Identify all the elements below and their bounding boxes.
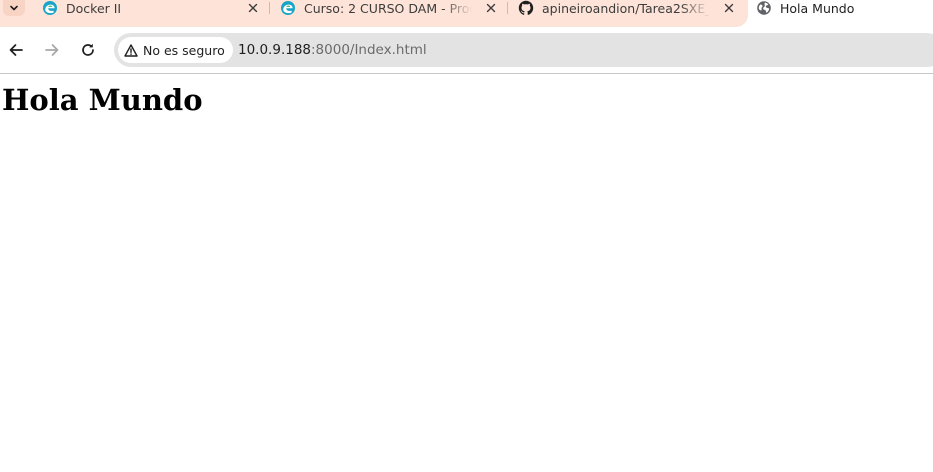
security-indicator[interactable]: No es seguro — [118, 37, 233, 63]
address-bar[interactable]: No es seguro 10.0.9.188:8000/Index.html — [114, 33, 933, 67]
close-icon[interactable] — [722, 1, 736, 15]
close-icon[interactable] — [484, 1, 498, 15]
arrow-left-icon — [9, 44, 23, 56]
chevron-down-icon — [10, 5, 18, 11]
active-tab-corner — [736, 15, 748, 27]
edge-icon — [42, 0, 58, 16]
tab-title: Curso: 2 CURSO DAM - Programación — [304, 0, 472, 16]
browser-toolbar: No es seguro 10.0.9.188:8000/Index.html — [0, 27, 933, 74]
tab-title: apineiroandion/Tarea2SXE_ — [542, 0, 710, 16]
close-icon[interactable] — [246, 1, 260, 15]
url-path: :8000/Index.html — [311, 42, 427, 58]
tab-curso-dam[interactable]: Curso: 2 CURSO DAM - Programación — [268, 0, 506, 16]
arrow-right-icon — [45, 44, 59, 56]
tab-title: Hola Mundo — [780, 0, 855, 16]
reload-button[interactable] — [76, 38, 100, 62]
tab-github-repo[interactable]: apineiroandion/Tarea2SXE_ — [506, 0, 744, 16]
security-label: No es seguro — [143, 42, 225, 58]
edge-icon — [280, 0, 296, 16]
tab-hola-mundo[interactable]: Hola Mundo — [744, 0, 933, 16]
github-icon — [518, 0, 534, 16]
warning-icon — [124, 43, 138, 57]
tab-search-button[interactable] — [0, 0, 28, 16]
page-heading: Hola Mundo — [2, 83, 203, 117]
tab-title: Docker II — [66, 0, 122, 16]
back-button[interactable] — [4, 38, 28, 62]
tab-docker-ii[interactable]: Docker II — [30, 0, 268, 16]
url-text[interactable]: 10.0.9.188:8000/Index.html — [238, 33, 427, 67]
tab-strip: Docker II Curso: 2 CURSO DAM - Programac… — [0, 0, 933, 27]
page-content: Hola Mundo — [0, 74, 933, 126]
reload-icon — [82, 43, 94, 56]
url-host: 10.0.9.188 — [238, 42, 311, 58]
forward-button[interactable] — [40, 38, 64, 62]
globe-icon — [756, 0, 772, 16]
